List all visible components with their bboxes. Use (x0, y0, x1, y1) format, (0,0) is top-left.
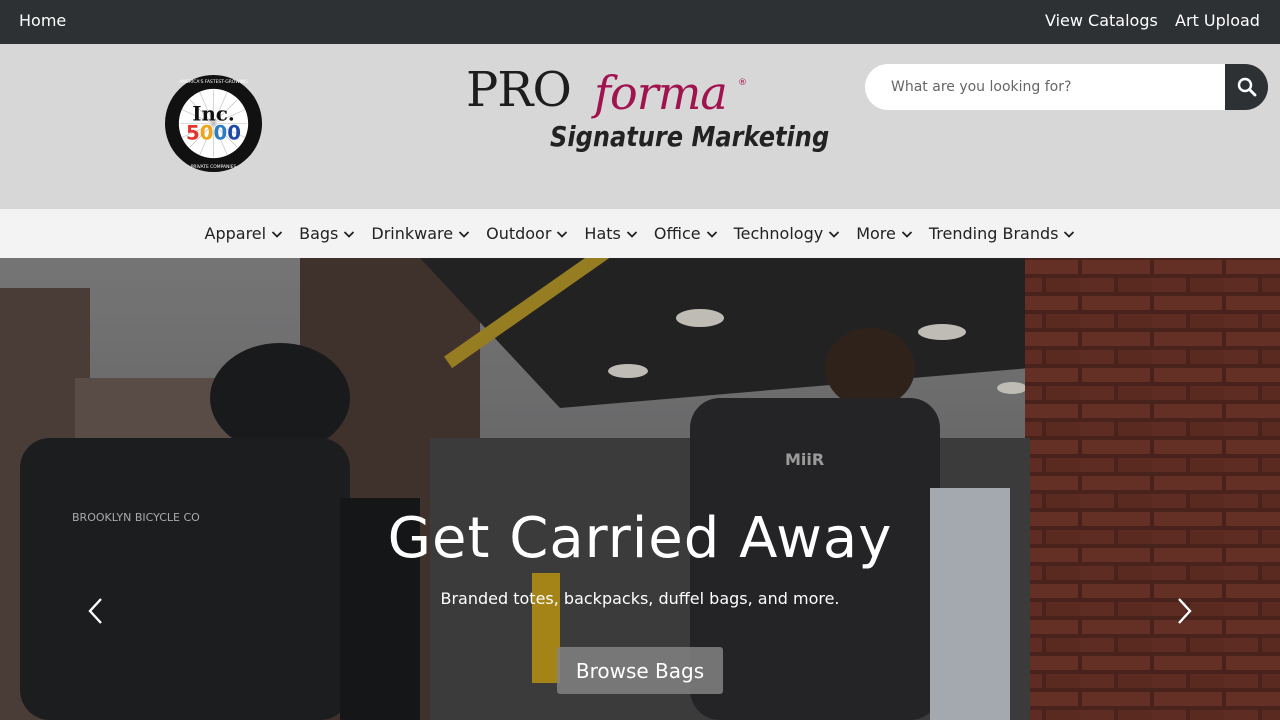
chevron-right-icon[interactable] (1174, 596, 1194, 626)
art-upload-link[interactable]: Art Upload (1175, 11, 1260, 30)
hero-title: Get Carried Away (387, 506, 893, 571)
nav-item-bags[interactable]: Bags (291, 224, 363, 243)
nav-item-label: More (856, 224, 896, 243)
logo-forma: forma (594, 66, 728, 120)
hero-subtitle: Branded totes, backpacks, duffel bags, a… (440, 589, 840, 608)
nav-item-technology[interactable]: Technology (726, 224, 849, 243)
nav-item-hats[interactable]: Hats (576, 224, 645, 243)
nav-item-apparel[interactable]: Apparel (197, 224, 292, 243)
search-button[interactable] (1225, 64, 1268, 110)
search-bar (865, 64, 1268, 110)
inc-5000-badge: Inc. 5000 AMERICA'S FASTEST-GROWING PRIV… (164, 74, 263, 173)
logo-tagline: Signature Marketing (550, 120, 830, 153)
chevron-left-icon[interactable] (86, 596, 106, 626)
chevron-down-icon (626, 230, 638, 238)
chevron-down-icon (344, 230, 355, 238)
nav-item-label: Outdoor (486, 224, 552, 243)
nav-item-label: Office (653, 224, 701, 243)
nav-item-trending-brands[interactable]: Trending Brands (921, 224, 1084, 243)
nav-item-label: Hats (584, 224, 621, 243)
site-header: Inc. 5000 AMERICA'S FASTEST-GROWING PRIV… (0, 44, 1280, 209)
logo-registered: ® (738, 78, 747, 88)
chevron-down-icon (458, 230, 470, 238)
nav-item-label: Drinkware (371, 224, 454, 243)
nav-item-label: Technology (733, 224, 824, 243)
nav-item-outdoor[interactable]: Outdoor (478, 224, 576, 243)
badge-top-text: AMERICA'S FASTEST-GROWING (179, 79, 248, 85)
home-link[interactable]: Home (19, 11, 66, 30)
chevron-down-icon (557, 230, 568, 238)
search-input[interactable] (865, 64, 1227, 110)
nav-item-office[interactable]: Office (646, 224, 726, 243)
nav-item-more[interactable]: More (848, 224, 921, 243)
search-icon (1237, 77, 1256, 97)
browse-bags-button[interactable]: Browse Bags (557, 647, 723, 694)
view-catalogs-link[interactable]: View Catalogs (1045, 11, 1158, 30)
top-bar: Home View Catalogs Art Upload (0, 0, 1280, 44)
chevron-down-icon (901, 230, 913, 238)
category-nav: Apparel Bags Drinkware Outdoor Hats Office Tec… (0, 209, 1280, 258)
logo-pro: PRO (466, 62, 572, 118)
chevron-down-icon (1064, 230, 1075, 238)
nav-item-drinkware[interactable]: Drinkware (363, 224, 478, 243)
chevron-down-icon (271, 230, 283, 238)
proforma-logo[interactable]: PRO forma ® Signature Marketing (466, 62, 830, 162)
nav-item-label: Bags (299, 224, 339, 243)
badge-number: 5000 (186, 121, 241, 144)
chevron-down-icon (829, 230, 840, 238)
nav-item-label: Trending Brands (928, 224, 1059, 243)
chevron-down-icon (706, 230, 717, 238)
nav-item-label: Apparel (204, 224, 267, 243)
hero-carousel: BROOKLYN BICYCLE CO MiiR Get Carried Awa… (0, 258, 1280, 720)
badge-bottom-text: PRIVATE COMPANIES (191, 164, 237, 170)
